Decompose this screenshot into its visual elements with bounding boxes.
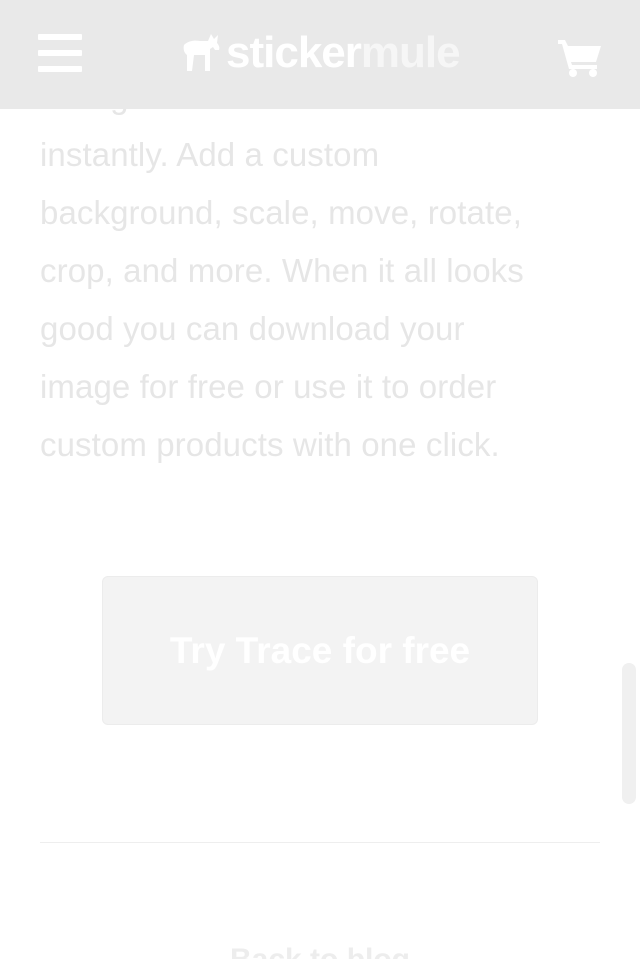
try-trace-button[interactable]: Try Trace for free [102, 576, 538, 725]
menu-bar [38, 34, 82, 40]
try-trace-button-label: Try Trace for free [169, 629, 471, 671]
article-line: good you can download your [40, 310, 465, 347]
menu-bar [38, 66, 82, 72]
logo-word-sticker: sticker [226, 28, 362, 77]
scrollbar-thumb[interactable] [622, 663, 636, 804]
logo-word-mule: mule [360, 28, 461, 77]
article-paragraph: background will be removed instantly. Ad… [40, 68, 600, 474]
shopping-cart-icon[interactable] [556, 36, 604, 78]
article-body: background will be removed instantly. Ad… [40, 68, 600, 474]
hamburger-menu-icon[interactable] [38, 34, 82, 72]
top-header: stickermule [0, 0, 640, 109]
back-to-blog-link[interactable]: Back to blog [0, 940, 640, 959]
menu-bar [38, 50, 82, 56]
article-line: custom products with one click. [40, 426, 500, 463]
logo-wordmark: stickermule [226, 28, 461, 78]
article-line: instantly. Add a custom [40, 136, 380, 173]
stickermule-logo[interactable]: stickermule [178, 28, 461, 78]
page: background will be removed instantly. Ad… [0, 0, 640, 959]
article-line: image for free or use it to order [40, 368, 497, 405]
article-line: crop, and more. When it all looks [40, 252, 524, 289]
divider [40, 842, 600, 843]
mule-logo-icon [183, 34, 220, 71]
article-line: background, scale, move, rotate, [40, 194, 522, 231]
